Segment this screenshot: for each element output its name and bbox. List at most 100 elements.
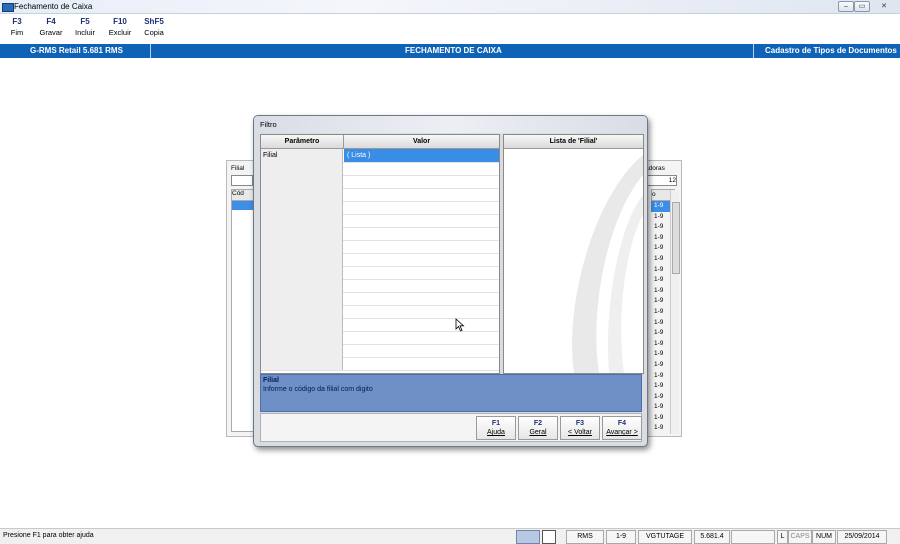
parameter-cell (261, 266, 343, 279)
dialog-title: Filtro (260, 120, 277, 129)
status-user: VGTUTAGE (638, 530, 692, 544)
status-caps: CAPS (788, 530, 812, 544)
parameter-grid: Parâmetro Valor Filial( Lista ) (260, 134, 500, 374)
value-cell[interactable] (344, 214, 499, 227)
parameter-cell (261, 318, 343, 331)
button-key: F4 (617, 420, 627, 427)
status-version: 5.681.4 (694, 530, 730, 544)
button-key: F1 (491, 420, 501, 427)
value-cell[interactable] (344, 292, 499, 305)
vertical-scrollbar[interactable] (670, 190, 680, 434)
parameter-row[interactable] (261, 188, 499, 202)
fkey-key: F5 (80, 17, 90, 26)
header-divider (150, 44, 151, 58)
fkey-label: Gravar (39, 28, 63, 37)
window-titlebar: Fechamento de Caixa – ▭ ✕ (0, 0, 900, 14)
parameter-row[interactable] (261, 253, 499, 267)
fkey-excluir[interactable]: F10 Excluir (103, 17, 137, 38)
parameter-cell (261, 305, 343, 318)
parameter-column-header: Parâmetro (261, 135, 344, 149)
app-version-label: G-RMS Retail 5.681 RMS (30, 46, 123, 55)
fkey-label: Incluir (74, 28, 95, 37)
button-key: F2 (533, 420, 543, 427)
close-button[interactable]: ✕ (876, 1, 892, 12)
value-cell[interactable] (344, 162, 499, 175)
parameter-row[interactable] (261, 240, 499, 254)
back-button[interactable]: F3 < Voltar (560, 416, 600, 440)
parameter-row[interactable] (261, 279, 499, 293)
parameter-row[interactable] (261, 175, 499, 189)
status-hint: Presione F1 para obter ajuda (3, 532, 94, 539)
button-label: Avançar > (606, 429, 638, 436)
parameter-cell (261, 357, 343, 370)
parameter-row[interactable] (261, 214, 499, 228)
value-cell[interactable] (344, 344, 499, 357)
help-button[interactable]: F1 Ajuda (476, 416, 516, 440)
value-cell[interactable] (344, 357, 499, 370)
right-value-field[interactable]: 12 (645, 175, 677, 186)
value-cell[interactable] (344, 188, 499, 201)
fkey-label: Fim (10, 28, 24, 37)
filial-label: Filial (231, 165, 245, 172)
minimize-button[interactable]: – (838, 1, 854, 12)
next-button[interactable]: F4 Avançar > (602, 416, 642, 440)
fkey-incluir[interactable]: F5 Incluir (68, 17, 102, 38)
parameter-row[interactable] (261, 357, 499, 371)
filial-input[interactable] (231, 175, 253, 186)
fkey-copia[interactable]: ShF5 Copia (137, 17, 171, 38)
value-cell[interactable] (344, 305, 499, 318)
general-button[interactable]: F2 Geral (518, 416, 558, 440)
value-cell[interactable] (344, 201, 499, 214)
value-cell[interactable] (344, 227, 499, 240)
window-title: Fechamento de Caixa (14, 2, 93, 11)
parameter-row[interactable] (261, 292, 499, 306)
button-label: Geral (529, 429, 547, 436)
filter-dialog: Filtro Parâmetro Valor Filial( Lista ) L… (253, 115, 648, 447)
parameter-row[interactable]: Filial( Lista ) (261, 149, 499, 163)
parameter-row[interactable] (261, 227, 499, 241)
parameter-cell (261, 240, 343, 253)
value-cell[interactable] (344, 240, 499, 253)
clipboard-icon (542, 530, 556, 544)
module-title: Cadastro de Tipos de Documentos (765, 46, 897, 55)
header-bar: G-RMS Retail 5.681 RMS FECHAMENTO DE CAI… (0, 44, 900, 58)
parameter-row[interactable] (261, 344, 499, 358)
mouse-cursor-icon (455, 318, 465, 332)
app-icon (2, 3, 14, 12)
value-cell[interactable] (344, 266, 499, 279)
filial-list-pane[interactable]: Lista de 'Filial' (503, 134, 644, 374)
fkey-gravar[interactable]: F4 Gravar (34, 17, 68, 38)
value-cell[interactable]: ( Lista ) (344, 149, 499, 162)
fkey-fim[interactable]: F3 Fim (0, 17, 34, 38)
value-cell[interactable] (344, 318, 499, 331)
help-panel: Filial Informe o código da filial com di… (260, 374, 642, 412)
header-divider (753, 44, 754, 58)
watermark-swoosh (572, 155, 643, 373)
parameter-row[interactable] (261, 201, 499, 215)
scrollbar-thumb[interactable] (672, 202, 680, 274)
button-label: Ajuda (487, 429, 505, 436)
parameter-row[interactable] (261, 331, 499, 345)
status-bar: Presione F1 para obter ajuda RMS 1-9 VGT… (0, 528, 900, 544)
status-l: L (777, 530, 788, 544)
fkey-label: Excluir (108, 28, 132, 37)
help-title: Filial (263, 377, 279, 384)
screen-title: FECHAMENTO DE CAIXA (405, 46, 502, 55)
parameter-row[interactable] (261, 162, 499, 176)
parameter-row[interactable] (261, 305, 499, 319)
value-cell[interactable] (344, 279, 499, 292)
network-icon (516, 530, 540, 544)
parameter-cell (261, 279, 343, 292)
parameter-cell (261, 227, 343, 240)
value-cell[interactable] (344, 175, 499, 188)
value-cell[interactable] (344, 331, 499, 344)
maximize-button[interactable]: ▭ (854, 1, 870, 12)
value-column-header: Valor (344, 135, 499, 149)
parameter-row[interactable] (261, 266, 499, 280)
fkey-key: ShF5 (144, 17, 164, 26)
button-label: < Voltar (568, 429, 592, 436)
dialog-titlebar: Filtro (254, 116, 647, 133)
value-cell[interactable] (344, 253, 499, 266)
status-date: 25/09/2014 (837, 530, 887, 544)
button-key: F3 (575, 420, 585, 427)
